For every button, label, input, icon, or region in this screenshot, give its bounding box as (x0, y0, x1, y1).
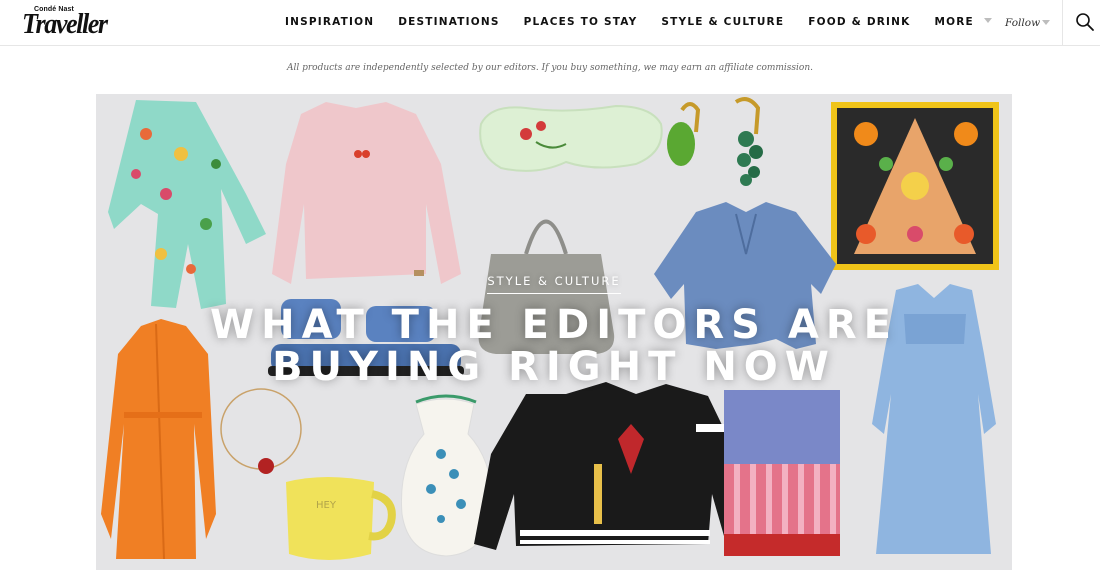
nav-more-label: MORE (934, 16, 974, 28)
printed-scarf (831, 102, 999, 270)
chevron-down-icon[interactable] (1042, 20, 1050, 25)
gold-bracelet (220, 388, 302, 474)
traveller-logo[interactable]: Condé Nast Traveller (22, 6, 108, 40)
green-earrings (667, 97, 763, 186)
yellow-mug: HEY (286, 477, 396, 560)
nav-item-more[interactable]: MORE (934, 16, 992, 28)
header-divider (1062, 0, 1063, 46)
eye-mask (479, 104, 663, 172)
nav-item-destinations[interactable]: DESTINATIONS (398, 16, 499, 28)
striped-towel (724, 390, 840, 556)
main-nav: INSPIRATION DESTINATIONS PLACES TO STAY … (285, 16, 1016, 28)
hero-headline[interactable]: WHAT THE EDITORS ARE BUYING RIGHT NOW (96, 304, 1012, 388)
pink-sweatshirt (272, 102, 461, 284)
nav-item-food-drink[interactable]: FOOD & DRINK (808, 16, 910, 28)
headline-line-2: BUYING RIGHT NOW (272, 344, 836, 390)
nav-item-places-to-stay[interactable]: PLACES TO STAY (524, 16, 638, 28)
logo-big-text: Traveller (22, 8, 108, 40)
kicker-label: STYLE & CULTURE (487, 274, 621, 294)
affiliate-disclaimer: All products are independently selected … (286, 63, 814, 73)
black-varsity-jacket (474, 382, 751, 550)
site-header: Condé Nast Traveller INSPIRATION DESTINA… (0, 0, 1100, 46)
mug-text: HEY (316, 500, 337, 511)
follow-button[interactable]: Follow (1005, 17, 1040, 29)
chevron-down-icon (983, 18, 992, 23)
nav-item-inspiration[interactable]: INSPIRATION (285, 16, 374, 28)
hero-kicker[interactable]: STYLE & CULTURE (96, 270, 1012, 294)
nav-item-style-culture[interactable]: STYLE & CULTURE (661, 16, 784, 28)
search-icon[interactable] (1075, 12, 1095, 32)
headline-line-1: WHAT THE EDITORS ARE (210, 302, 898, 348)
